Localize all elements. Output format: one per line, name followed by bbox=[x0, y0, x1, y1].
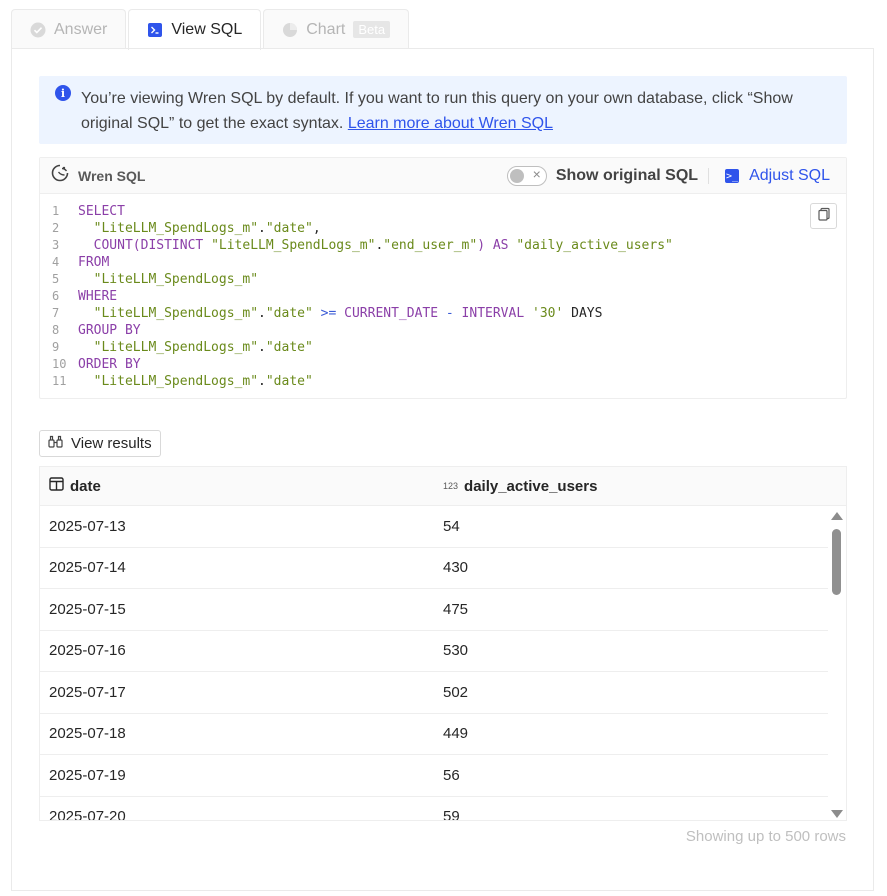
code-line: 9 "LiteLLM_SpendLogs_m". "date" bbox=[52, 340, 313, 355]
tab-answer-label: Answer bbox=[54, 20, 108, 38]
table-row: 2025-07-18 449 bbox=[40, 714, 828, 755]
table-row: 2025-07-19 56 bbox=[40, 755, 828, 797]
cell-date: 2025-07-15 bbox=[49, 600, 126, 618]
cell-value: 54 bbox=[443, 517, 460, 535]
pie-chart-icon bbox=[282, 22, 298, 38]
cell-value: 59 bbox=[443, 808, 460, 821]
table-row: 2025-07-14 430 bbox=[40, 548, 828, 589]
tab-answer[interactable]: Answer bbox=[11, 9, 127, 49]
binoculars-icon bbox=[48, 434, 63, 453]
cell-value: 430 bbox=[443, 559, 469, 577]
column-header-daily-active-users[interactable]: 123 daily_active_users bbox=[434, 478, 597, 495]
tab-bar: Answer View SQL Chart Beta bbox=[11, 9, 411, 50]
wren-sql-label: Wren SQL bbox=[78, 167, 146, 184]
tab-view-sql-label: View SQL bbox=[171, 21, 243, 38]
code-line: 2 "LiteLLM_SpendLogs_m". "date", bbox=[52, 221, 321, 236]
cell-value: 475 bbox=[443, 600, 469, 618]
sql-viewer: Wren SQL × Show original SQL >_ Adjust S… bbox=[39, 157, 847, 399]
show-original-sql-label: Show original SQL bbox=[555, 167, 699, 184]
table-header: date 123 daily_active_users bbox=[40, 467, 846, 506]
table-row: 2025-07-20 59 bbox=[40, 797, 828, 821]
row-limit-note: Showing up to 500 rows bbox=[685, 828, 846, 845]
toggle-knob bbox=[509, 169, 524, 183]
number-type-icon: 123 bbox=[443, 481, 459, 491]
table-row: 2025-07-16 530 bbox=[40, 631, 828, 672]
sql-panel: i You’re viewing Wren SQL by default. If… bbox=[11, 48, 874, 891]
code-line: 8 GROUP BY bbox=[52, 323, 141, 338]
column-label: date bbox=[70, 477, 101, 495]
results-table: date 123 daily_active_users 2025-07-13 54… bbox=[39, 466, 847, 821]
code-line: 1 SELECT bbox=[52, 204, 125, 219]
sql-code[interactable]: 1 SELECT 2 "LiteLLM_SpendLogs_m". "date", … bbox=[40, 194, 846, 390]
code-line: 5 "LiteLLM_SpendLogs_m" bbox=[52, 272, 259, 287]
code-line: 7 "LiteLLM_SpendLogs_m". "date" >= CURREN… bbox=[52, 306, 603, 321]
learn-more-link[interactable]: Learn more about Wren SQL bbox=[348, 115, 553, 132]
cell-date: 2025-07-19 bbox=[49, 766, 126, 784]
column-label: daily_active_users bbox=[464, 477, 598, 495]
code-line: 10 ORDER BY bbox=[52, 357, 141, 372]
scroll-down-arrow-icon[interactable] bbox=[831, 810, 843, 818]
table-row: 2025-07-13 54 bbox=[40, 506, 828, 548]
check-circle-icon bbox=[30, 22, 46, 38]
adjust-sql-label: Adjust SQL bbox=[749, 167, 830, 184]
cell-date: 2025-07-20 bbox=[49, 808, 126, 821]
cell-date: 2025-07-13 bbox=[49, 517, 126, 535]
divider bbox=[708, 168, 710, 184]
adjust-sql-button[interactable]: >_ Adjust SQL bbox=[725, 167, 830, 185]
sql-terminal-icon: >_ bbox=[725, 169, 740, 183]
table-column-icon bbox=[49, 477, 64, 495]
info-icon: i bbox=[55, 85, 71, 101]
code-line: 6 WHERE bbox=[52, 289, 118, 304]
cell-date: 2025-07-18 bbox=[49, 725, 126, 743]
view-results-label: View results bbox=[71, 435, 152, 452]
cell-value: 502 bbox=[443, 683, 469, 701]
cell-value: 449 bbox=[443, 725, 469, 743]
table-scrollbar[interactable] bbox=[829, 507, 846, 820]
code-line: 3 COUNT(DISTINCT "LiteLLM_SpendLogs_m". "… bbox=[52, 238, 673, 253]
scrollbar-thumb[interactable] bbox=[832, 529, 841, 595]
table-row: 2025-07-15 475 bbox=[40, 589, 828, 631]
table-row: 2025-07-17 502 bbox=[40, 672, 828, 714]
cell-date: 2025-07-17 bbox=[49, 683, 126, 701]
copy-icon bbox=[817, 207, 831, 226]
tab-chart-label: Chart bbox=[306, 20, 346, 38]
copy-button[interactable] bbox=[810, 203, 837, 229]
code-line: 11 "LiteLLM_SpendLogs_m". "date" bbox=[52, 374, 313, 389]
sql-header: Wren SQL × Show original SQL >_ Adjust S… bbox=[40, 158, 846, 194]
scroll-up-arrow-icon[interactable] bbox=[831, 512, 843, 520]
sql-terminal-icon bbox=[147, 22, 163, 38]
cell-date: 2025-07-14 bbox=[49, 559, 126, 577]
cell-date: 2025-07-16 bbox=[49, 642, 126, 660]
info-banner: i You’re viewing Wren SQL by default. If… bbox=[39, 76, 847, 144]
wren-logo-icon bbox=[50, 163, 70, 188]
show-original-sql-toggle[interactable]: × bbox=[506, 166, 547, 186]
column-header-date[interactable]: date bbox=[40, 477, 434, 495]
toggle-off-icon: × bbox=[532, 166, 541, 182]
cell-value: 530 bbox=[443, 642, 469, 660]
cell-value: 56 bbox=[443, 766, 460, 784]
beta-badge: Beta bbox=[353, 21, 391, 38]
tab-view-sql[interactable]: View SQL bbox=[128, 9, 262, 50]
view-results-button[interactable]: View results bbox=[39, 430, 161, 457]
table-body: 2025-07-13 54 2025-07-14 430 2025-07-15 475… bbox=[40, 506, 846, 821]
tab-chart[interactable]: Chart Beta bbox=[263, 9, 410, 49]
code-line: 4 FROM bbox=[52, 255, 110, 270]
